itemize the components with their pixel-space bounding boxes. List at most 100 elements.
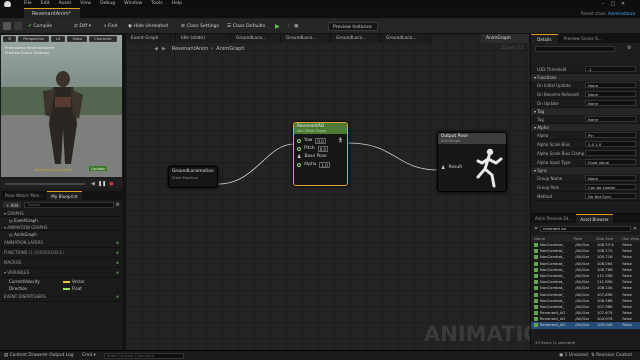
viewport-menu-button[interactable]: ☰	[3, 36, 17, 42]
section-variables[interactable]: ▾ VARIABLES ⊕	[1, 268, 122, 278]
table-row[interactable]: Revenant_AO/All/Gar 105.04K False	[531, 322, 640, 329]
lod-threshold-input[interactable]: -1	[585, 66, 636, 72]
tab-pose-watch-manager[interactable]: Pose Watch Man...	[1, 191, 47, 200]
graph-editor[interactable]: Event Graph Idle (state) GroundLoco... G…	[126, 34, 530, 350]
menu-debug[interactable]: Debug	[100, 1, 115, 6]
close-icon[interactable]: ✕	[618, 1, 628, 7]
class-defaults-button[interactable]: ☰ Class Defaults	[227, 22, 265, 31]
settings-gear-icon[interactable]: ⚙	[116, 202, 120, 208]
perspective-button[interactable]: Perspective	[18, 36, 50, 42]
menu-asset[interactable]: Asset	[59, 1, 72, 6]
play-icon[interactable]: ▶	[275, 22, 280, 31]
variable-row[interactable]: CurrentVelocity Vector	[1, 278, 122, 285]
group-alpha[interactable]: ▾ Alpha	[531, 124, 640, 131]
alpha-row-value[interactable]: 0.0 1.0	[585, 141, 636, 147]
tab-details[interactable]: Details	[531, 33, 558, 44]
group-sync[interactable]: ▾ Sync	[531, 167, 640, 174]
clear-search-icon[interactable]: ✕	[633, 226, 637, 232]
section-event-dispatchers[interactable]: EVENT DISPATCHERS ⊕	[1, 292, 122, 302]
add-macro-icon[interactable]: ⊕	[116, 258, 119, 268]
function-row-select[interactable]: None	[585, 82, 636, 88]
pin-base-pose[interactable]: ♟ Base Pose	[294, 153, 347, 161]
content-drawer-button[interactable]: ▤ Content Drawer	[4, 353, 44, 358]
unsaved-button[interactable]: ▣ 1 Unsaved	[559, 353, 588, 358]
diff-button[interactable]: ⇄ Diff ▾	[74, 22, 91, 31]
graph-item-eventgraph[interactable]: ▤ EventGraph	[1, 217, 122, 224]
class-settings-button[interactable]: ⚙ Class Settings	[181, 22, 219, 31]
record-icon[interactable]: ●	[109, 181, 113, 187]
save-icon[interactable]	[3, 22, 11, 30]
alpha-row-value[interactable]	[585, 150, 636, 156]
menu-help[interactable]: Help	[172, 1, 182, 6]
pause-icon[interactable]: ❚❚	[98, 181, 106, 187]
section-animation-layers[interactable]: ANIMATION LAYERS ⊕	[1, 238, 122, 248]
tab-my-blueprint[interactable]: My Blueprint	[47, 190, 82, 201]
show-button[interactable]: Show	[67, 36, 88, 42]
add-function-icon[interactable]: ⊕	[116, 248, 119, 258]
section-functions[interactable]: FUNCTIONS (1 OVERRIDABLE) ⊕	[1, 248, 122, 258]
add-dispatcher-icon[interactable]: ⊕	[116, 292, 119, 302]
lit-button[interactable]: Lit	[51, 36, 66, 42]
output-pose-node[interactable]: Output Pose AnimGraph ♟ Result	[437, 132, 507, 192]
add-button[interactable]: + Add	[3, 202, 22, 208]
column-has-virtual[interactable]: Has Virtu	[622, 235, 640, 242]
update-button[interactable]: Update	[89, 166, 107, 171]
pin-value[interactable]: 0.0	[317, 146, 329, 152]
function-row-select[interactable]: None	[585, 91, 636, 97]
section-macros[interactable]: MACROS ⊕	[1, 258, 122, 268]
tag-row-input[interactable]: None	[585, 116, 636, 122]
section-graphs[interactable]: ▾ GRAPHS	[1, 210, 122, 217]
revision-control-button[interactable]: ⇅ Revision Control	[591, 353, 632, 358]
step-back-icon[interactable]: ◀	[91, 181, 95, 187]
hide-unrelated-button[interactable]: ◉ Hide Unrelated	[128, 22, 168, 31]
pin-alpha[interactable]: Alpha 1.0	[294, 161, 347, 169]
sync-row-value[interactable]: Can be Leader	[585, 184, 636, 190]
find-button[interactable]: ⌕ Find	[104, 22, 117, 31]
play-options-icon[interactable]: ⋮	[286, 22, 291, 31]
pose-output-icon[interactable]: 🯅	[338, 137, 343, 145]
browse-icon[interactable]	[14, 22, 22, 30]
add-layer-icon[interactable]: ⊕	[116, 238, 119, 248]
state-machine-node[interactable]: GroundLocomotion State Machine	[168, 166, 218, 188]
aim-offset-node[interactable]: RevenantAO Aim Offset Player Yaw 0.0 🯅 Pit…	[293, 122, 348, 186]
variable-row[interactable]: Direction Float	[1, 285, 122, 292]
column-name[interactable]: Name	[534, 235, 574, 242]
output-log-button[interactable]: ≡ Output Log	[44, 353, 74, 358]
alpha-row-value[interactable]: Float Value	[585, 159, 636, 165]
debug-filter-icon[interactable]: ▣	[294, 22, 298, 31]
sync-row-value[interactable]: Do Not Sync	[585, 193, 636, 199]
filter-icon[interactable]: ⏷	[534, 226, 538, 232]
function-row-select[interactable]: None	[585, 100, 636, 106]
maximize-icon[interactable]: □	[608, 1, 618, 7]
preview-viewport[interactable]: ☰ Perspective Lit Show Character Preview…	[1, 35, 122, 177]
group-functions[interactable]: ▾ Functions	[531, 74, 640, 81]
cmd-dropdown[interactable]: Cmd ▾	[82, 353, 96, 358]
asset-search-input[interactable]: revenant ao	[540, 226, 631, 232]
menu-tools[interactable]: Tools	[151, 1, 162, 6]
group-tag[interactable]: ▾ Tag	[531, 108, 640, 115]
timeline-scrubber[interactable]	[5, 182, 85, 185]
preview-instance-dropdown[interactable]: Preview Instance ▾	[328, 22, 378, 39]
section-animation-graphs[interactable]: ▾ ANIMATION GRAPHS	[1, 224, 122, 231]
menu-edit[interactable]: Edit	[41, 1, 50, 6]
menu-file[interactable]: File	[24, 1, 32, 6]
result-pin[interactable]: ♟ Result	[438, 164, 462, 172]
alpha-row-value[interactable]: Pin	[585, 132, 636, 138]
pin-yaw[interactable]: Yaw 0.0 🯅	[294, 137, 347, 145]
menu-window[interactable]: Window	[124, 1, 142, 6]
parent-class-link[interactable]: AnimInstance	[608, 11, 635, 16]
pin-value[interactable]: 0.0	[315, 138, 326, 144]
pin-pitch[interactable]: Pitch 0.0	[294, 145, 347, 153]
tab-asset-browser[interactable]: Asset Browser	[576, 213, 613, 224]
compile-button[interactable]: ✔ Compile	[28, 22, 52, 31]
pin-value[interactable]: 1.0	[319, 162, 330, 168]
graph-item-animgraph[interactable]: ▤ AnimGraph	[1, 231, 122, 238]
column-path[interactable]: Path	[574, 235, 596, 242]
sync-row-value[interactable]: None	[585, 175, 636, 181]
menu-view[interactable]: View	[80, 1, 91, 6]
tab-preview-scene-settings[interactable]: Preview Scene S...	[558, 34, 608, 43]
character-button[interactable]: Character	[89, 36, 117, 42]
details-settings-icon[interactable]: ⚙	[627, 45, 631, 51]
document-tab-revenantanim[interactable]: RevenantAnim*	[24, 8, 80, 19]
blueprint-search-input[interactable]: Search	[24, 202, 114, 208]
